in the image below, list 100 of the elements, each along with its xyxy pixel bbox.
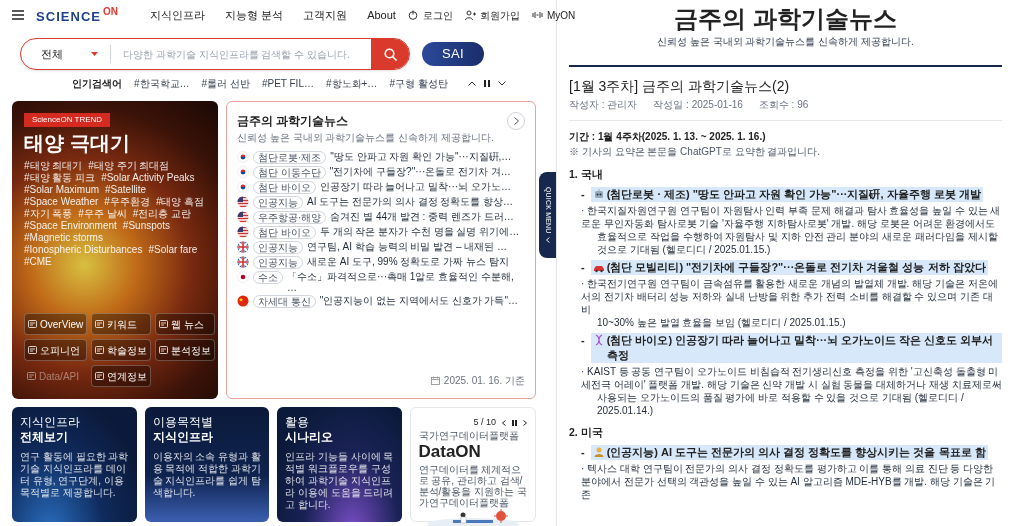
trend-tag[interactable]: #Space Weather (24, 196, 99, 208)
news-item[interactable]: 인공지능 연구팀, AI 학습 능력의 비밀 발견 – 내재된 … (237, 241, 525, 254)
panel-icon (28, 346, 37, 354)
trend-tag[interactable]: #태양 활동 피크 (24, 172, 96, 184)
signal-icon (531, 10, 543, 20)
emoji-icon (592, 187, 605, 200)
flag-icon (237, 166, 249, 178)
news-headline: 연구팀, AI 학습 능력의 비밀 발견 – 내재된 … (307, 241, 508, 252)
nav-link[interactable]: 고객지원 (303, 6, 348, 24)
popular-term[interactable]: #항노화+… (325, 76, 378, 91)
trend-tag[interactable]: #Space Environment (24, 220, 117, 232)
feature-card[interactable]: 이용목적별 지식인프라 이용자의 소속 유형과 활용 목적에 적합한 과학기술 지식인프라를 쉽게 탐색합니다. (144, 407, 269, 522)
trend-button[interactable]: 오피니언 (24, 339, 88, 361)
flag-icon (237, 196, 249, 208)
news-item[interactable]: 첨단 바이오 두 개의 작은 분자가 수천 명을 실명 위기에… (237, 226, 525, 239)
sai-button[interactable]: SAI (422, 42, 484, 66)
trend-tag[interactable]: #Satellite (105, 184, 147, 196)
trend-button[interactable]: 학술정보 (91, 339, 152, 361)
list-marker: - (581, 186, 585, 202)
user-link[interactable]: 로그인 (407, 7, 453, 23)
trend-tag[interactable]: #Solar Maximum (24, 184, 100, 196)
trend-button[interactable]: 분석정보 (155, 339, 216, 361)
chevron-up-icon[interactable] (467, 81, 476, 86)
flag-icon (237, 211, 249, 223)
trend-tag[interactable]: #전리층 교란 (132, 208, 192, 220)
summary-text: 10~30% 높은 발열 효율을 보임 (헬로디디 / 2025.01.15.) (596, 315, 847, 329)
news-heading: (인공지능) AI 도구는 전문가의 의사 결정 정확도를 향상시키는 것을 목표로 함 (590, 444, 988, 460)
page-subtitle: 신뢰성 높은 국내외 과학기술뉴스를 신속하게 제공합니다. (656, 35, 915, 49)
popular-term[interactable]: #한국학교… (134, 76, 190, 91)
panel-icon (95, 346, 105, 354)
trend-tag[interactable]: #태양 주기 최대점 (88, 160, 170, 172)
news-heading: (첨단로봇 · 제조) "땅도 안파고 자원 확인 가능"···지질硏, 자율주행 로봇 개발 (590, 186, 983, 202)
trend-tag[interactable]: #우주환경 (104, 196, 150, 208)
user-link[interactable]: 회원가입 (464, 7, 520, 23)
person-plus-icon (464, 10, 476, 20)
panel-icon (27, 372, 36, 380)
flag-icon (237, 151, 249, 163)
trend-tag[interactable]: #우주 날씨 (78, 208, 127, 220)
news-item[interactable]: 첨단로봇·제조 "땅도 안파고 자원 확인 가능"···지질硏,… (237, 151, 525, 164)
news-item[interactable]: 우주항공·해양 숨겨진 별 44개 발견 : 중력 렌즈가 드러… (237, 211, 525, 224)
news-headline: 인공장기 따라 늘어나고 밀착···뇌 오가노… (319, 181, 512, 192)
news-headline: "인공지능이 없는 지역에서도 신호가 가득"… (319, 295, 519, 306)
chevron-down-icon[interactable] (497, 81, 506, 86)
news-headline: 두 개의 작은 분자가 수천 명을 실명 위기에… (319, 226, 521, 237)
trend-button[interactable]: OverView (24, 313, 88, 335)
menu-icon[interactable] (12, 10, 24, 20)
nav-link[interactable]: 지식인프라 (150, 6, 206, 24)
popular-term[interactable]: #롤러 선반 (201, 76, 250, 91)
popular-label: 인기검색어 (72, 77, 122, 91)
trend-badge: ScienceON TREND (24, 113, 111, 127)
flag-icon (237, 181, 249, 193)
chevron-left-icon[interactable] (502, 419, 506, 426)
trend-tag[interactable]: #Solar Activity Peaks (101, 172, 195, 184)
panel-icon (95, 372, 105, 380)
article-meta: 작성일 : 2025-01-16 (653, 98, 743, 112)
news-item[interactable]: 인공지능 AI 도구는 전문가의 의사 결정 정확도를 향상… (237, 196, 525, 209)
feature-card[interactable]: 활용 시나리오 인프라 기능들 사이에 목적별 워크플로우를 구성하여 과학기술 지식인프라 이용에 도움을 드리려고 합니다. (277, 407, 402, 522)
trend-tag[interactable]: #태양 흑점 (155, 196, 205, 208)
pause-icon[interactable] (512, 419, 517, 426)
card-description: 연구 활동에 필요한 과학기술 지식인프라를 데이터 유형, 연구단계, 이용목적별로 제공합니다. (20, 451, 129, 499)
chevron-right-icon (513, 117, 519, 125)
scope-dropdown[interactable]: 전체 (21, 45, 111, 63)
flag-icon (237, 271, 249, 283)
nav-link[interactable]: About (367, 6, 396, 24)
pause-icon[interactable] (483, 80, 490, 87)
popular-term[interactable]: #PET FIL… (261, 76, 314, 91)
section-heading: 2. 미국 (569, 424, 604, 440)
search-button[interactable] (371, 39, 409, 69)
trend-button[interactable]: 연계정보 (91, 365, 152, 387)
trend-tag[interactable]: #Sunspots (122, 220, 171, 232)
popular-term[interactable]: #구형 활성탄 (389, 76, 448, 91)
trend-tag[interactable]: #자기 폭풍 (24, 208, 73, 220)
feature-card[interactable]: 지식인프라 전체보기 연구 활동에 필요한 과학기술 지식인프라를 데이터 유형, 연구단계, 이용목적별로 제공합니다. (12, 407, 137, 522)
chevron-right-icon[interactable] (523, 419, 527, 426)
card-title: 전체보기 (20, 430, 69, 445)
news-heading: (첨단 모빌리티) "전기차에 구들장?"···온돌로 전기차 겨울철 성능 저하 잡았다 (590, 259, 988, 275)
article-meta: 작성자 : 관리자 (569, 98, 638, 112)
flag-icon (237, 226, 249, 238)
news-item[interactable]: 인공지능 새로운 AI 도구, 99% 정확도로 가짜 뉴스 탐지 (237, 256, 525, 269)
trend-tag[interactable]: #Solar fare (148, 244, 198, 256)
trend-tag[interactable]: #태양 최대기 (24, 160, 83, 172)
article-title: [1월 3주차] 금주의 과학기술뉴스(2) (569, 77, 791, 95)
card-title: 지식인프라 (20, 415, 81, 430)
news-item[interactable]: 첨단 바이오 인공장기 따라 늘어나고 밀착···뇌 오가노… (237, 181, 525, 194)
user-link[interactable]: MyON (531, 7, 576, 23)
section-heading: 1. 국내 (569, 167, 604, 182)
list-marker: - (581, 444, 585, 460)
power-icon (407, 10, 419, 20)
news-headline: 「수소」파격적으로···촉매 1알로 효율적인 수분해, … (287, 271, 515, 293)
news-item[interactable]: 첨단 이동수단 "전기차에 구들장?"···온돌로 전기차 겨… (237, 166, 525, 179)
search-input[interactable]: 다양한 과학기술 지식인프라를 검색할 수 있습니다. (111, 46, 371, 62)
trend-button[interactable]: 웹 뉴스 (155, 313, 216, 335)
period-text: 기간 : 1월 4주차(2025. 1. 13. ~ 2025. 1. 16.) (569, 130, 767, 144)
trend-button[interactable]: 키워드 (91, 313, 152, 335)
promo-description: 연구데이터를 체계적으로 공유, 관리하고 검색/분석/활용을 지원하는 국가연구데이터플랫폼 (418, 463, 527, 508)
nav-link[interactable]: 지능형 분석 (225, 6, 284, 24)
card-title: 활용 (285, 415, 310, 430)
news-item[interactable]: 차세대 통신 "인공지능이 없는 지역에서도 신호가 가득"… (237, 295, 525, 308)
news-item[interactable]: 수소 「수소」파격적으로···촉매 1알로 효율적인 수분해, … (237, 271, 525, 293)
flag-icon (237, 256, 249, 268)
